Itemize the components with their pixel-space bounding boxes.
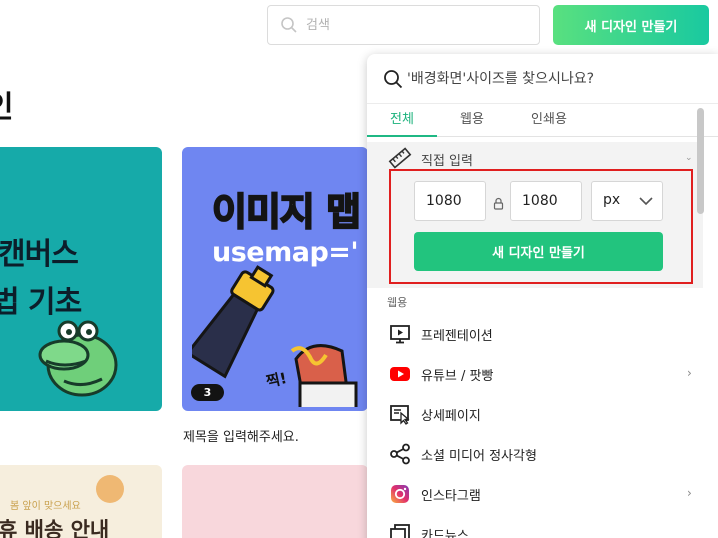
direct-input-header[interactable]: 직접 입력 (388, 147, 473, 169)
list-item-label: 유튜브 / 팟빵 (421, 369, 494, 384)
unit-select[interactable]: px (591, 181, 663, 221)
search-icon (280, 16, 298, 38)
chevron-down-icon[interactable]: ⌄ (685, 153, 693, 163)
page-count-badge: 3 (191, 384, 224, 401)
tab-all[interactable]: 전체 (367, 104, 437, 137)
search-icon (383, 69, 403, 93)
card-news-icon (390, 524, 410, 538)
scrollbar-thumb[interactable] (697, 108, 704, 214)
height-input[interactable] (510, 181, 582, 221)
size-search-input[interactable] (407, 66, 697, 92)
create-design-button[interactable]: 새 디자인 만들기 (414, 232, 663, 271)
list-item-label: 인스타그램 (421, 489, 481, 504)
ruler-icon (388, 147, 412, 169)
chevron-right-icon: › (687, 486, 692, 500)
direct-input-title: 직접 입력 (421, 154, 473, 169)
search-box[interactable] (267, 5, 540, 45)
crocodile-illustration (38, 320, 118, 397)
card-text: 법 기초 (0, 285, 82, 320)
sun-decoration (96, 475, 124, 503)
list-item-detail-page[interactable]: 상세페이지 (367, 393, 703, 433)
page-title: 인 (0, 82, 14, 126)
template-card[interactable] (182, 465, 368, 538)
list-item-label: 상세페이지 (421, 409, 481, 424)
size-search[interactable] (367, 54, 718, 103)
list-item-label: 프레젠테이션 (421, 329, 493, 344)
list-item-label: 소셜 미디어 정사각형 (421, 449, 537, 464)
list-item-instagram[interactable]: 인스타그램 › (367, 473, 703, 513)
lock-icon[interactable] (493, 195, 504, 214)
card-text: 캔버스 (0, 237, 79, 272)
list-item-youtube[interactable]: 유튜브 / 팟빵 › (367, 353, 703, 393)
card-text: 휴 배송 안내 (0, 518, 110, 538)
presentation-icon (390, 325, 410, 344)
template-card[interactable]: 봄 앞이 맞으세요 휴 배송 안내 (0, 465, 162, 538)
detail-page-icon (390, 405, 410, 425)
card-text: 찍! (264, 369, 289, 391)
youtube-icon (390, 367, 410, 381)
list-item-card-news[interactable]: 카드뉴스 (367, 513, 703, 538)
chevron-right-icon: › (687, 366, 692, 380)
card-caption[interactable]: 제목을 입력해주세요. (183, 426, 299, 445)
list-item-social-square[interactable]: 소셜 미디어 정사각형 (367, 433, 703, 473)
list-item-label: 카드뉴스 (421, 529, 469, 538)
card-text: 이미지 맵 (211, 189, 362, 235)
share-icon (390, 443, 410, 465)
chevron-down-icon (639, 197, 653, 206)
new-design-button[interactable]: 새 디자인 만들기 (553, 5, 709, 45)
section-label-web: 웹용 (387, 296, 408, 309)
template-card[interactable]: 이미지 맵 usemap=' 3 찍! (182, 147, 368, 411)
card-text: 봄 앞이 맞으세요 (10, 501, 81, 512)
list-item-presentation[interactable]: 프레젠테이션 (367, 313, 703, 353)
width-input[interactable] (414, 181, 486, 221)
unit-select-value: px (603, 192, 621, 208)
search-input[interactable] (306, 14, 526, 36)
tab-print[interactable]: 인쇄용 (517, 104, 581, 137)
tab-web[interactable]: 웹용 (447, 104, 497, 137)
instagram-icon (391, 485, 409, 503)
category-tabs: 전체 웹용 인쇄용 (367, 103, 718, 137)
template-card[interactable]: 캔버스 법 기초 (0, 147, 162, 411)
